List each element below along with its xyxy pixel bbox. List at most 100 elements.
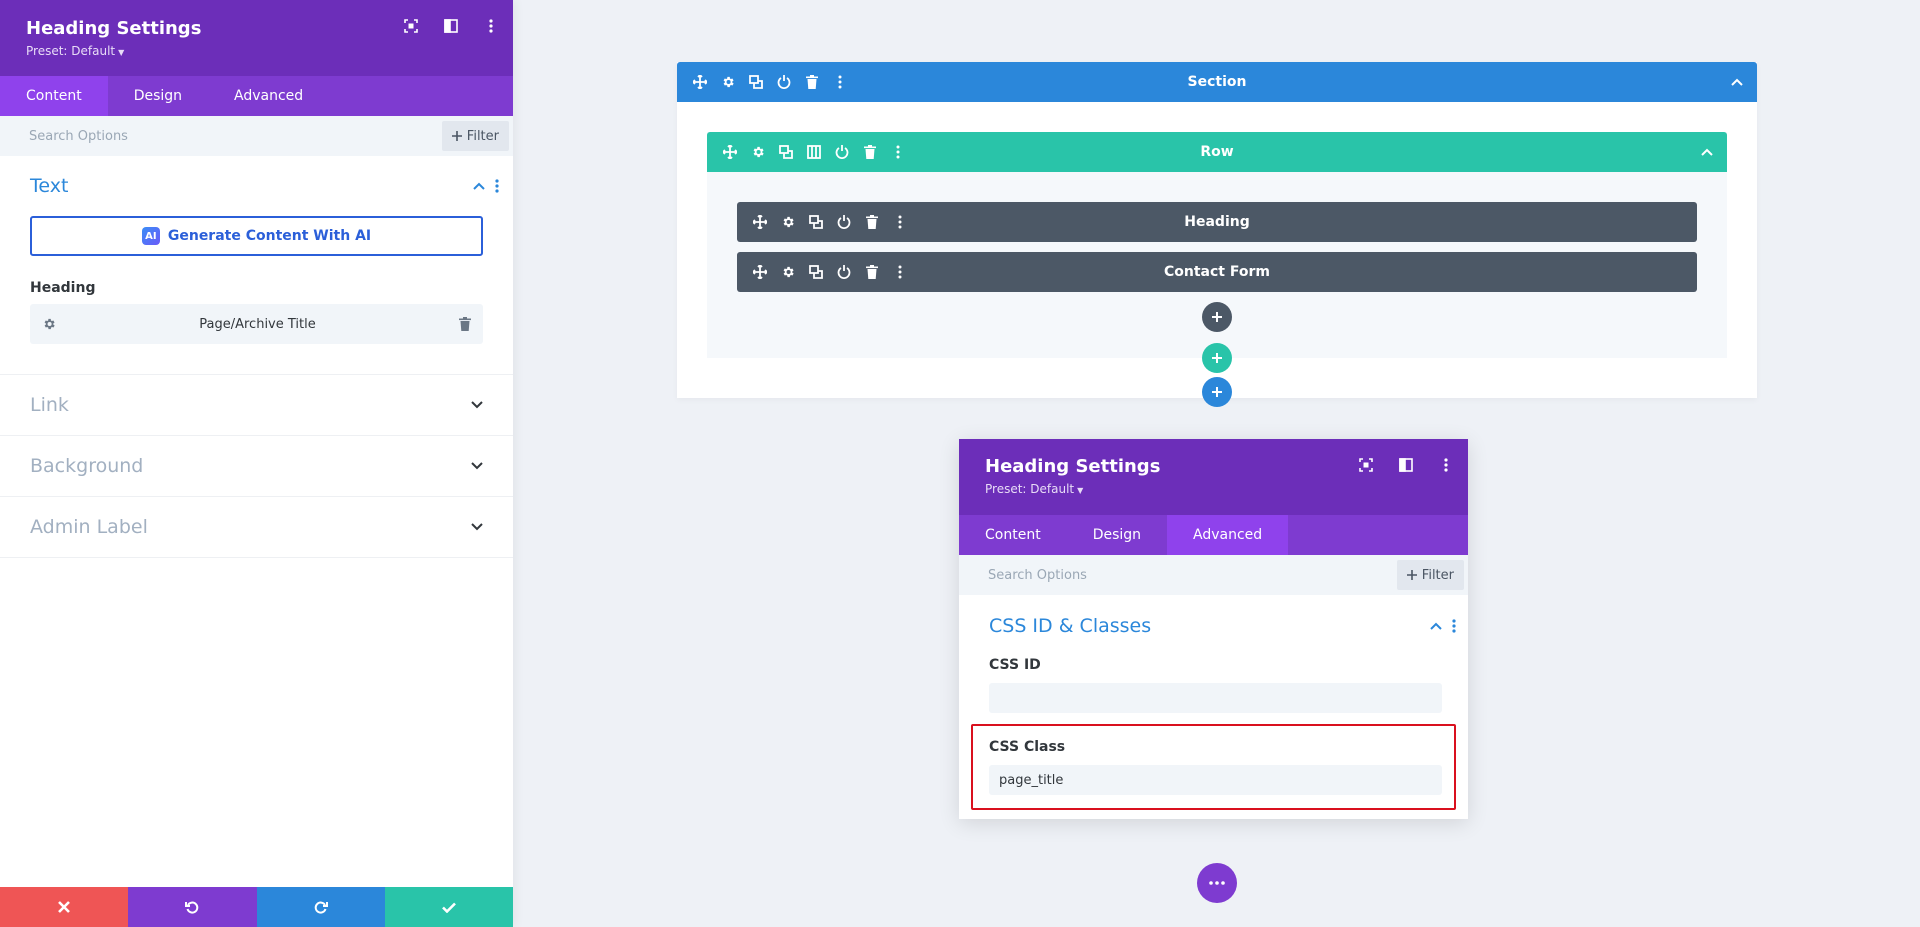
power-icon[interactable] bbox=[775, 73, 793, 91]
toggle-link[interactable]: Link bbox=[0, 375, 513, 436]
filter-button[interactable]: Filter bbox=[441, 121, 509, 151]
generate-ai-button[interactable]: AI Generate Content With AI bbox=[30, 216, 483, 256]
expand-icon[interactable] bbox=[1358, 457, 1374, 473]
tab-advanced[interactable]: Advanced bbox=[208, 76, 329, 116]
plus-icon bbox=[451, 131, 462, 141]
expand-icon[interactable] bbox=[403, 18, 419, 34]
gear-icon[interactable] bbox=[779, 263, 797, 281]
cancel-button[interactable] bbox=[0, 887, 129, 927]
filter-label: Filter bbox=[1421, 567, 1454, 583]
toggle-background[interactable]: Background bbox=[0, 436, 513, 497]
module-bar-contact-form[interactable]: Contact Form bbox=[737, 252, 1697, 292]
toggle-link-title: Link bbox=[30, 394, 69, 416]
toggle-text: Text AI Generate Content With AI Heading… bbox=[0, 156, 513, 375]
more-options-icon[interactable] bbox=[891, 263, 909, 281]
more-horizontal-icon bbox=[1209, 881, 1225, 885]
save-button[interactable] bbox=[384, 887, 513, 927]
highlight-box bbox=[971, 724, 1456, 810]
add-section-button[interactable] bbox=[1202, 377, 1232, 407]
gear-icon[interactable] bbox=[779, 213, 797, 231]
chevron-up-icon[interactable] bbox=[1731, 78, 1743, 86]
plus-icon bbox=[1212, 387, 1222, 397]
more-options-icon[interactable] bbox=[891, 213, 909, 231]
split-view-icon[interactable] bbox=[443, 18, 459, 34]
chevron-down-icon[interactable] bbox=[471, 462, 483, 470]
preset-label: Preset: Default bbox=[985, 482, 1075, 496]
toggle-css-id-classes-title: CSS ID & Classes bbox=[989, 615, 1152, 637]
settings-panel: Heading Settings Preset: Default ▼ Conten… bbox=[0, 0, 513, 927]
move-icon[interactable] bbox=[691, 73, 709, 91]
trash-icon[interactable] bbox=[863, 263, 881, 281]
power-icon[interactable] bbox=[835, 213, 853, 231]
page-options-button[interactable] bbox=[1197, 863, 1237, 903]
toggle-css-id-classes-header[interactable]: CSS ID & Classes bbox=[959, 595, 1468, 657]
trash-icon[interactable] bbox=[863, 213, 881, 231]
tab-content[interactable]: Content bbox=[0, 76, 108, 116]
heading-dynamic-field[interactable]: Page/Archive Title bbox=[30, 304, 483, 344]
tab-advanced[interactable]: Advanced bbox=[1167, 515, 1289, 555]
search-bar: Filter bbox=[959, 555, 1468, 595]
trash-icon[interactable] bbox=[459, 317, 471, 331]
trash-icon[interactable] bbox=[861, 143, 879, 161]
more-options-icon[interactable] bbox=[889, 143, 907, 161]
power-icon[interactable] bbox=[835, 263, 853, 281]
undo-button[interactable] bbox=[128, 887, 257, 927]
search-options-input[interactable] bbox=[29, 128, 329, 144]
duplicate-icon[interactable] bbox=[747, 73, 765, 91]
section-bar[interactable]: Section bbox=[677, 62, 1757, 102]
toggle-text-header[interactable]: Text bbox=[0, 156, 513, 216]
power-icon[interactable] bbox=[833, 143, 851, 161]
toggle-admin-label[interactable]: Admin Label bbox=[0, 497, 513, 558]
add-module-button[interactable] bbox=[1202, 302, 1232, 332]
gear-icon[interactable] bbox=[719, 73, 737, 91]
tab-design[interactable]: Design bbox=[1067, 515, 1167, 555]
preset-label: Preset: Default bbox=[26, 44, 116, 58]
close-icon bbox=[58, 901, 71, 913]
css-id-input[interactable] bbox=[989, 683, 1442, 713]
filter-label: Filter bbox=[466, 128, 499, 144]
preset-selector[interactable]: Preset: Default ▼ bbox=[26, 44, 124, 58]
panel-header: Heading Settings Preset: Default ▼ bbox=[0, 0, 513, 76]
move-icon[interactable] bbox=[751, 263, 769, 281]
toggle-admin-label-title: Admin Label bbox=[30, 516, 148, 538]
css-id-label: CSS ID bbox=[989, 657, 1041, 673]
plus-icon bbox=[1212, 353, 1222, 363]
split-view-icon[interactable] bbox=[1398, 457, 1414, 473]
chevron-down-icon[interactable] bbox=[471, 523, 483, 531]
more-options-icon[interactable] bbox=[495, 179, 499, 193]
filter-button[interactable]: Filter bbox=[1396, 560, 1464, 590]
heading-settings-modal: Heading Settings Preset: Default ▼ Conten… bbox=[959, 439, 1468, 819]
module-bar-heading[interactable]: Heading bbox=[737, 202, 1697, 242]
move-icon[interactable] bbox=[721, 143, 739, 161]
duplicate-icon[interactable] bbox=[807, 213, 825, 231]
duplicate-icon[interactable] bbox=[807, 263, 825, 281]
modal-header: Heading Settings Preset: Default ▼ bbox=[959, 439, 1468, 515]
redo-button[interactable] bbox=[256, 887, 385, 927]
gear-icon[interactable] bbox=[42, 317, 56, 331]
chevron-up-icon[interactable] bbox=[1701, 148, 1713, 156]
move-icon[interactable] bbox=[751, 213, 769, 231]
chevron-up-icon[interactable] bbox=[1430, 622, 1442, 630]
chevron-down-icon[interactable] bbox=[471, 401, 483, 409]
add-row-button[interactable] bbox=[1202, 343, 1232, 373]
more-options-icon[interactable] bbox=[483, 18, 499, 34]
preset-selector[interactable]: Preset: Default ▼ bbox=[985, 482, 1083, 496]
search-options-input[interactable] bbox=[988, 567, 1288, 583]
plus-icon bbox=[1406, 570, 1417, 580]
tab-content[interactable]: Content bbox=[959, 515, 1067, 555]
more-options-icon[interactable] bbox=[831, 73, 849, 91]
gear-icon[interactable] bbox=[749, 143, 767, 161]
duplicate-icon[interactable] bbox=[777, 143, 795, 161]
caret-down-icon: ▼ bbox=[1077, 486, 1084, 495]
more-options-icon[interactable] bbox=[1438, 457, 1454, 473]
plus-icon bbox=[1212, 312, 1222, 322]
more-options-icon[interactable] bbox=[1452, 619, 1456, 633]
chevron-up-icon[interactable] bbox=[473, 182, 485, 190]
row-bar[interactable]: Row bbox=[707, 132, 1727, 172]
trash-icon[interactable] bbox=[803, 73, 821, 91]
columns-icon[interactable] bbox=[805, 143, 823, 161]
section-frame: Section Row Heading Contact Form bbox=[677, 62, 1757, 398]
search-bar: Filter bbox=[0, 116, 513, 156]
tab-design[interactable]: Design bbox=[108, 76, 208, 116]
panel-action-bar bbox=[0, 887, 513, 927]
